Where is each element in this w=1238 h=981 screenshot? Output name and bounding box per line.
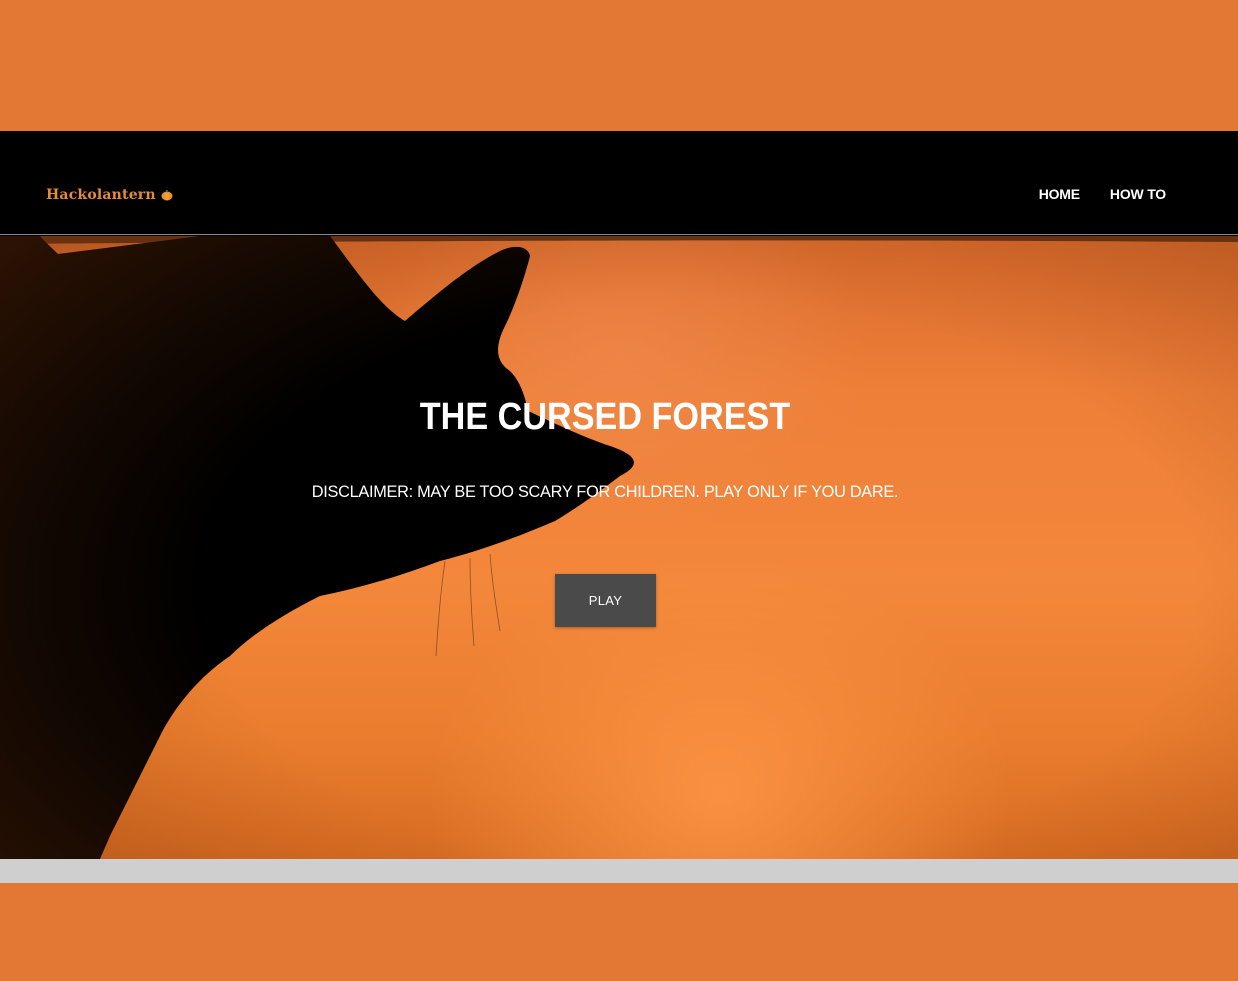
page-bottom-strip <box>0 859 1238 883</box>
page: Hackolantern HOME HOW TO THE CURSED FORE… <box>0 0 1238 981</box>
pumpkin-icon <box>161 190 173 201</box>
nav-link-how-to[interactable]: HOW TO <box>1110 186 1166 202</box>
hero-section: THE CURSED FOREST DISCLAIMER: MAY BE TOO… <box>0 236 1238 859</box>
nav-links: HOME HOW TO <box>1039 186 1166 202</box>
hero-title: THE CURSED FOREST <box>419 396 791 438</box>
nav-link-home[interactable]: HOME <box>1039 186 1080 202</box>
website-viewport: Hackolantern HOME HOW TO THE CURSED FORE… <box>0 131 1238 883</box>
brand-name: Hackolantern <box>46 187 156 203</box>
hero-disclaimer: DISCLAIMER: MAY BE TOO SCARY FOR CHILDRE… <box>311 482 899 501</box>
navbar: Hackolantern HOME HOW TO <box>0 131 1238 235</box>
brand-logo[interactable]: Hackolantern <box>46 187 173 203</box>
play-button[interactable]: PLAY <box>555 574 656 627</box>
cat-silhouette-image <box>0 236 1238 859</box>
